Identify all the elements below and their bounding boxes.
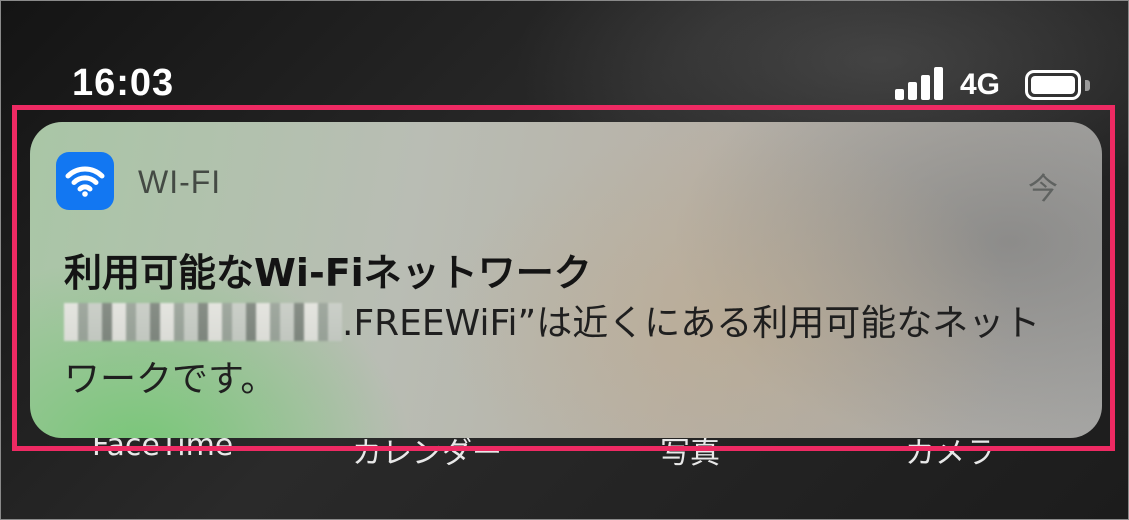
battery-icon: [1025, 70, 1081, 100]
cellular-signal-icon: [895, 66, 945, 100]
highlight-rectangle: [12, 105, 1115, 451]
network-type-label: 4G: [960, 68, 1001, 101]
battery-tip: [1085, 80, 1090, 91]
status-bar: 16:03 4G: [0, 0, 1129, 110]
status-time: 16:03: [72, 62, 175, 104]
